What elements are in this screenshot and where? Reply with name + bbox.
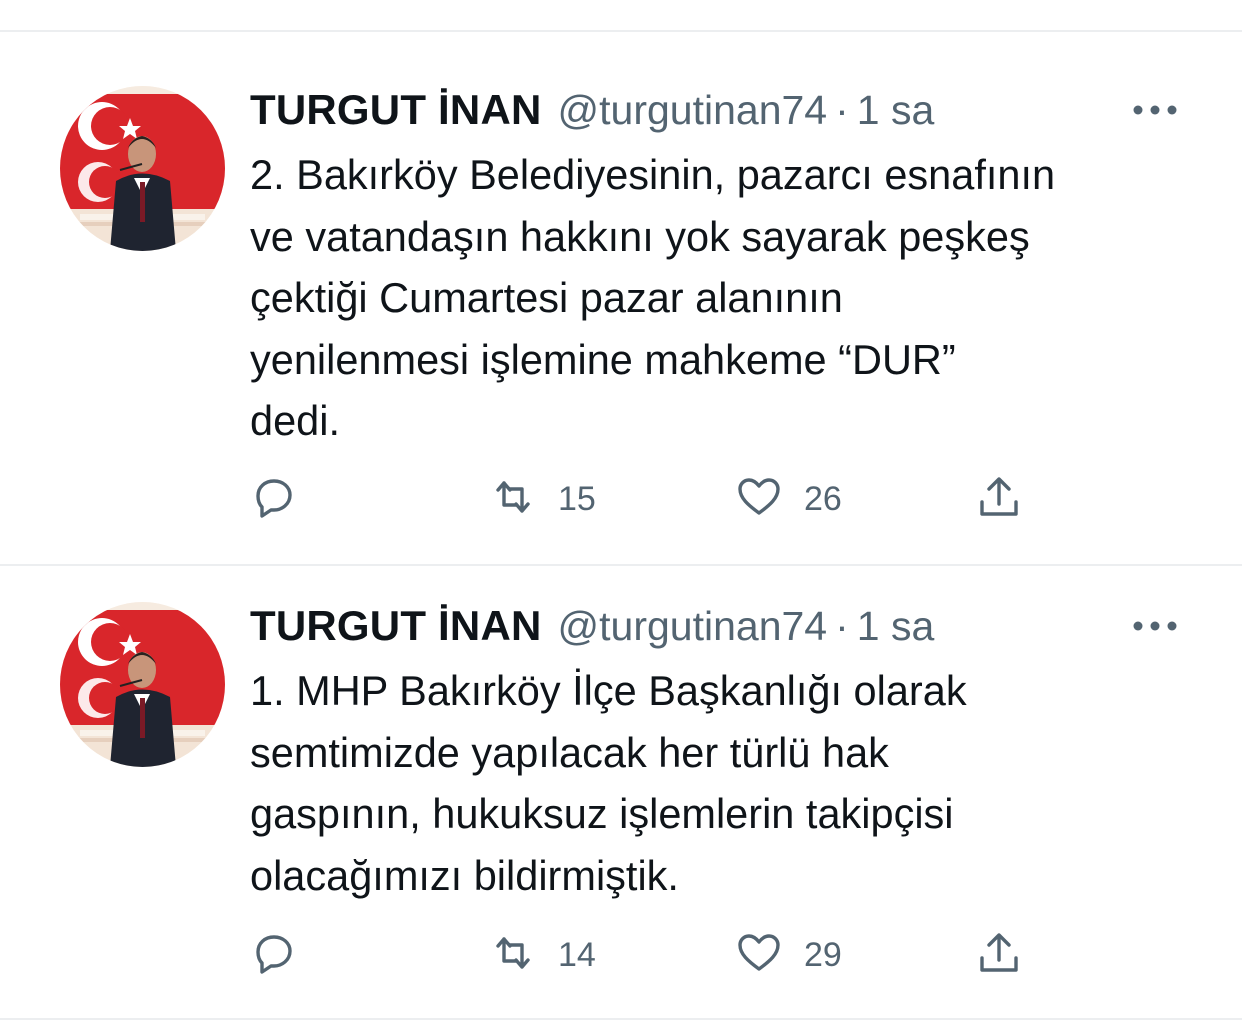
- retweet-count: 14: [558, 935, 596, 974]
- avatar[interactable]: [60, 602, 225, 767]
- retweet-button[interactable]: 15: [488, 474, 596, 524]
- author-handle[interactable]: @turgutinan74: [558, 603, 828, 650]
- share-icon: [974, 928, 1024, 983]
- tweet-time[interactable]: 1 sa: [857, 603, 935, 650]
- tweet-header: TURGUT İNAN @turgutinan74 · 1 sa: [250, 602, 934, 652]
- share-icon: [974, 472, 1024, 527]
- reply-button[interactable]: [248, 930, 318, 980]
- tweet-divider: [0, 564, 1242, 566]
- more-icon[interactable]: [1130, 618, 1180, 634]
- tweet-actions: 14 29: [248, 930, 1048, 980]
- tweet-text: 1. MHP Bakırköy İlçe Başkanlığı olarak s…: [250, 667, 967, 899]
- tweet-actions: 15 26: [248, 474, 1048, 524]
- retweet-icon: [488, 472, 538, 527]
- author-name[interactable]: TURGUT İNAN: [250, 86, 542, 134]
- like-icon: [734, 472, 784, 527]
- avatar[interactable]: [60, 86, 225, 251]
- reply-button[interactable]: [248, 474, 318, 524]
- like-count: 29: [804, 935, 842, 974]
- like-button[interactable]: 26: [734, 474, 842, 524]
- more-icon[interactable]: [1130, 102, 1180, 118]
- author-name[interactable]: TURGUT İNAN: [250, 602, 542, 650]
- separator: ·: [835, 87, 849, 133]
- tweet[interactable]: TURGUT İNAN @turgutinan74 · 1 sa 1. MHP …: [0, 602, 1242, 1022]
- retweet-count: 15: [558, 479, 596, 518]
- retweet-button[interactable]: 14: [488, 930, 596, 980]
- tweet-text: 2. Bakırköy Belediyesinin, pazarcı esnaf…: [250, 151, 1056, 444]
- like-count: 26: [804, 479, 842, 518]
- retweet-icon: [488, 928, 538, 983]
- tweet-header: TURGUT İNAN @turgutinan74 · 1 sa: [250, 86, 934, 136]
- separator: ·: [835, 603, 849, 649]
- bottom-divider: [0, 1018, 1242, 1020]
- share-button[interactable]: [974, 474, 1024, 524]
- author-handle[interactable]: @turgutinan74: [558, 87, 828, 134]
- tweet-time[interactable]: 1 sa: [857, 87, 935, 134]
- reply-icon: [248, 928, 298, 983]
- share-button[interactable]: [974, 930, 1024, 980]
- like-button[interactable]: 29: [734, 930, 842, 980]
- tweet[interactable]: TURGUT İNAN @turgutinan74 · 1 sa 2. Bakı…: [0, 86, 1242, 566]
- top-divider: [0, 30, 1242, 32]
- reply-icon: [248, 472, 298, 527]
- like-icon: [734, 928, 784, 983]
